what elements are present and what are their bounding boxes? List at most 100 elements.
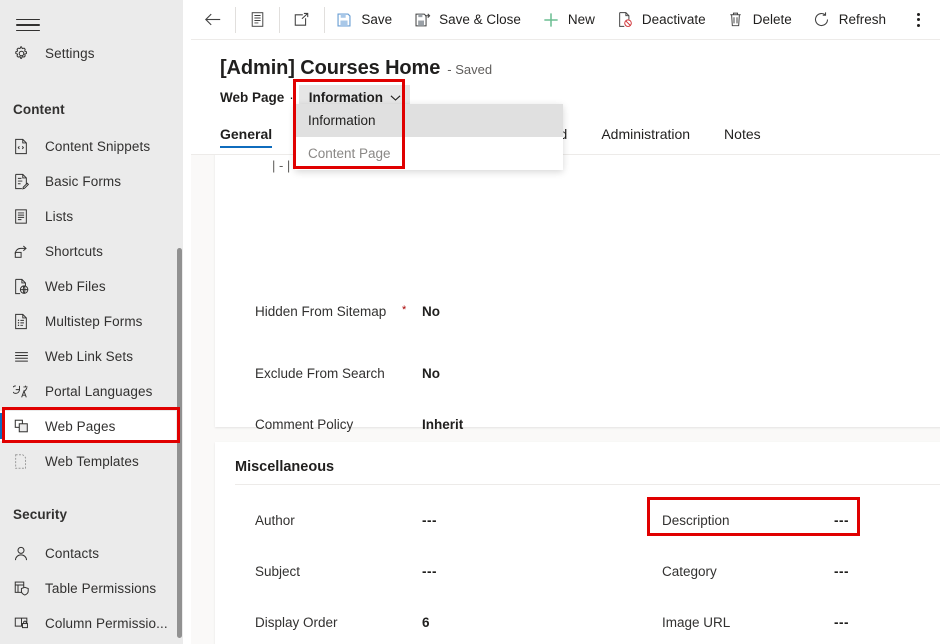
- web-pages-icon: [13, 416, 37, 436]
- record-header: [Admin] Courses Home - Saved Web Page · …: [191, 41, 940, 113]
- field-exclude-from-search[interactable]: Exclude From Search No: [255, 363, 462, 385]
- new-button[interactable]: New: [531, 0, 605, 40]
- deactivate-button[interactable]: Deactivate: [605, 0, 716, 40]
- save-and-close-label: Save & Close: [439, 12, 521, 27]
- hamburger-bar: [16, 19, 40, 21]
- sidebar-item-label: Web Link Sets: [45, 349, 133, 364]
- section-rule: [235, 484, 940, 485]
- tab-notes[interactable]: Notes: [707, 113, 778, 154]
- subtitle-separator: ·: [289, 90, 294, 105]
- sidebar-item-label: Web Pages: [45, 419, 115, 434]
- field-value: Inherit: [422, 414, 463, 436]
- sidebar-item-label: Web Templates: [45, 454, 139, 469]
- tab-label: Administration: [601, 126, 690, 142]
- template-icon: [13, 451, 37, 471]
- kebab-dot: [917, 13, 920, 16]
- sidebar-item-lists[interactable]: Lists: [0, 201, 183, 231]
- field-label: Exclude From Search: [255, 363, 400, 385]
- plus-icon: [541, 10, 561, 30]
- shortcut-arrow-icon: [13, 241, 37, 261]
- save-state-label: - Saved: [447, 62, 492, 77]
- dropdown-option-label: Content Page: [308, 146, 391, 161]
- field-label: Display Order: [255, 612, 400, 634]
- field-category[interactable]: Category ---: [662, 561, 874, 583]
- sidebar-item-portal-languages[interactable]: Portal Languages: [0, 376, 183, 406]
- title-line: [Admin] Courses Home - Saved: [220, 57, 492, 80]
- field-image-url[interactable]: Image URL ---: [662, 612, 874, 634]
- sidebar-item-label: Multistep Forms: [45, 314, 143, 329]
- tab-label: Notes: [724, 126, 761, 142]
- gear-icon: [13, 43, 37, 63]
- sidebar-item-shortcuts[interactable]: Shortcuts: [0, 236, 183, 266]
- back-button[interactable]: [191, 0, 235, 40]
- overflow-menu-button[interactable]: [896, 0, 940, 40]
- list-icon: [13, 206, 37, 226]
- sidebar-item-settings[interactable]: Settings: [0, 38, 183, 68]
- page-title: [Admin] Courses Home: [220, 57, 440, 80]
- save-label: Save: [361, 12, 392, 27]
- save-floppy-icon: [334, 10, 354, 30]
- refresh-button[interactable]: Refresh: [802, 0, 896, 40]
- table-shield-icon: [13, 578, 37, 598]
- field-hidden-from-sitemap[interactable]: Hidden From Sitemap * No: [255, 301, 462, 323]
- field-label: Description: [662, 510, 822, 532]
- field-label: Hidden From Sitemap *: [255, 301, 400, 323]
- kebab-dot: [917, 18, 920, 21]
- field-label: Comment Policy: [255, 414, 400, 436]
- sidebar-item-web-link-sets[interactable]: Web Link Sets: [0, 341, 183, 371]
- hamburger-icon[interactable]: [12, 10, 44, 40]
- overflow-kebab-icon: [908, 10, 928, 30]
- delete-label: Delete: [753, 12, 792, 27]
- form-list-button[interactable]: [235, 0, 279, 40]
- tab-general[interactable]: General: [220, 113, 292, 154]
- save-button[interactable]: Save: [324, 0, 402, 40]
- code-document-icon: [13, 136, 37, 156]
- field-label: Category: [662, 561, 822, 583]
- delete-button[interactable]: Delete: [716, 0, 802, 40]
- popout-icon: [292, 10, 312, 30]
- dropdown-option-content-page[interactable]: Content Page: [295, 137, 563, 170]
- sidebar-item-web-files[interactable]: Web Files: [0, 271, 183, 301]
- required-indicator: *: [402, 299, 406, 321]
- field-author[interactable]: Author ---: [255, 510, 462, 532]
- field-label: Subject: [255, 561, 400, 583]
- sidebar-item-web-templates[interactable]: Web Templates: [0, 446, 183, 476]
- link-set-icon: [13, 346, 37, 366]
- sidebar: Settings Content Content Snippets: [0, 0, 183, 644]
- back-arrow-icon: [203, 10, 223, 30]
- tab-administration[interactable]: Administration: [584, 113, 707, 154]
- save-close-icon: [412, 10, 432, 30]
- form-section-card-general: Hidden From Sitemap * No Exclude From Se…: [215, 155, 940, 427]
- save-and-close-button[interactable]: Save & Close: [402, 0, 531, 40]
- popout-button[interactable]: [280, 0, 324, 40]
- sidebar-item-label: Portal Languages: [45, 384, 152, 399]
- sidebar-item-column-permissions[interactable]: Column Permissio...: [0, 608, 183, 638]
- form-selector-dropdown: Information Content Page: [295, 104, 563, 170]
- dropdown-option-information[interactable]: Information: [295, 104, 563, 137]
- field-value: No: [422, 301, 462, 323]
- form-section-card-miscellaneous: Miscellaneous Author --- Subject --- Dis…: [215, 442, 940, 644]
- sidebar-item-table-permissions[interactable]: Table Permissions: [0, 573, 183, 603]
- field-comment-policy[interactable]: Comment Policy Inherit: [255, 414, 463, 436]
- sidebar-item-content-snippets[interactable]: Content Snippets: [0, 131, 183, 161]
- form-selector-label: Information: [309, 90, 383, 105]
- hamburger-bar: [16, 24, 40, 26]
- field-display-order[interactable]: Display Order 6: [255, 612, 462, 634]
- sidebar-item-multistep-forms[interactable]: Multistep Forms: [0, 306, 183, 336]
- command-bar: Save Save & Close New: [191, 0, 940, 40]
- sidebar-item-web-pages[interactable]: Web Pages: [0, 411, 183, 441]
- field-description[interactable]: Description ---: [662, 510, 874, 532]
- sidebar-scrollbar-thumb[interactable]: [177, 248, 182, 638]
- entity-name-label: Web Page: [220, 90, 284, 105]
- field-subject[interactable]: Subject ---: [255, 561, 462, 583]
- field-value: ---: [834, 612, 874, 634]
- column-lock-icon: [13, 613, 37, 633]
- sidebar-item-label: Web Files: [45, 279, 106, 294]
- field-value: ---: [422, 510, 462, 532]
- sidebar-item-basic-forms[interactable]: Basic Forms: [0, 166, 183, 196]
- sidebar-item-contacts[interactable]: Contacts: [0, 538, 183, 568]
- app-root: Settings Content Content Snippets: [0, 0, 940, 644]
- kebab-dot: [917, 24, 920, 27]
- hamburger-bar: [16, 30, 40, 32]
- chevron-down-icon: [390, 94, 401, 102]
